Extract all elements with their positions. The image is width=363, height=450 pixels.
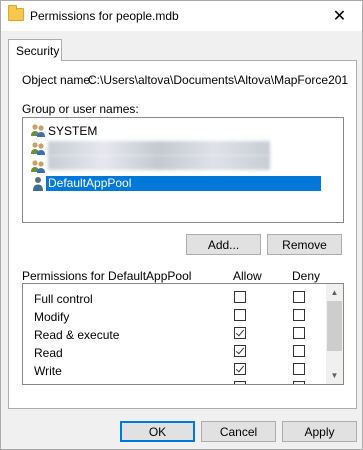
tab-security[interactable]: Security (8, 39, 62, 61)
deny-checkbox[interactable] (293, 291, 305, 303)
list-item-redacted[interactable] (27, 155, 339, 175)
permission-name: Write (34, 364, 62, 378)
permission-row-partial (23, 379, 323, 384)
permission-name: Read (34, 346, 63, 360)
permission-name: Modify (34, 310, 70, 324)
user-icon (33, 177, 43, 191)
deny-checkbox[interactable] (293, 327, 305, 339)
group-list[interactable]: SYSTEM DefaultAppPool (22, 117, 344, 223)
list-item-defaultapppool[interactable]: DefaultAppPool (27, 175, 339, 192)
object-name-label: Object name: (22, 73, 94, 87)
scroll-thumb[interactable] (327, 301, 342, 351)
close-button[interactable]: ✕ (317, 1, 362, 31)
deny-checkbox[interactable] (293, 363, 305, 375)
permission-row: Read (23, 343, 323, 361)
permission-name: Read & execute (34, 328, 120, 342)
deny-column-header: Deny (292, 269, 321, 283)
redacted-name (48, 155, 270, 170)
permission-row: Full control (23, 289, 323, 307)
add-button[interactable]: Add... (186, 234, 261, 255)
window-title: Permissions for people.mdb (30, 9, 179, 23)
tab-label: Security (16, 44, 60, 58)
allow-checkbox[interactable] (234, 291, 246, 303)
allow-checkbox[interactable] (234, 363, 246, 375)
permissions-scrollbar[interactable]: ▲ ▼ (326, 284, 343, 384)
permissions-list[interactable]: Full control Modify Read & execute Read … (22, 283, 344, 385)
redacted-name (48, 141, 270, 156)
allow-checkbox[interactable] (234, 309, 246, 321)
permissions-label: Permissions for DefaultAppPool (22, 269, 192, 283)
allow-column-header: Allow (233, 269, 262, 283)
list-item-system[interactable]: SYSTEM (27, 122, 339, 139)
ok-button[interactable]: OK (120, 421, 195, 442)
group-names-label: Group or user names: (22, 102, 139, 116)
users-group-icon (31, 142, 45, 155)
permissions-dialog: Permissions for people.mdb ✕ Security Ob… (0, 0, 363, 450)
scroll-up-icon[interactable]: ▲ (326, 284, 343, 301)
apply-button[interactable]: Apply (282, 421, 357, 442)
title-bar: Permissions for people.mdb ✕ (1, 1, 362, 31)
allow-checkbox[interactable] (234, 381, 246, 384)
users-group-icon (31, 160, 45, 173)
permission-row: Write (23, 361, 323, 379)
scroll-down-icon[interactable]: ▼ (326, 367, 343, 384)
permission-row: Read & execute (23, 325, 323, 343)
permission-name: Full control (34, 292, 93, 306)
remove-button[interactable]: Remove (267, 234, 342, 255)
list-item-label: DefaultAppPool (46, 176, 321, 191)
allow-checkbox[interactable] (234, 345, 246, 357)
folder-icon (8, 5, 24, 21)
users-group-icon (31, 124, 45, 137)
deny-checkbox[interactable] (293, 381, 305, 384)
allow-checkbox[interactable] (234, 327, 246, 339)
permission-row: Modify (23, 307, 323, 325)
cancel-button[interactable]: Cancel (201, 421, 276, 442)
deny-checkbox[interactable] (293, 345, 305, 357)
object-name-value: C:\Users\altova\Documents\Altova\MapForc… (88, 73, 349, 87)
list-item-label: SYSTEM (48, 124, 98, 138)
deny-checkbox[interactable] (293, 309, 305, 321)
